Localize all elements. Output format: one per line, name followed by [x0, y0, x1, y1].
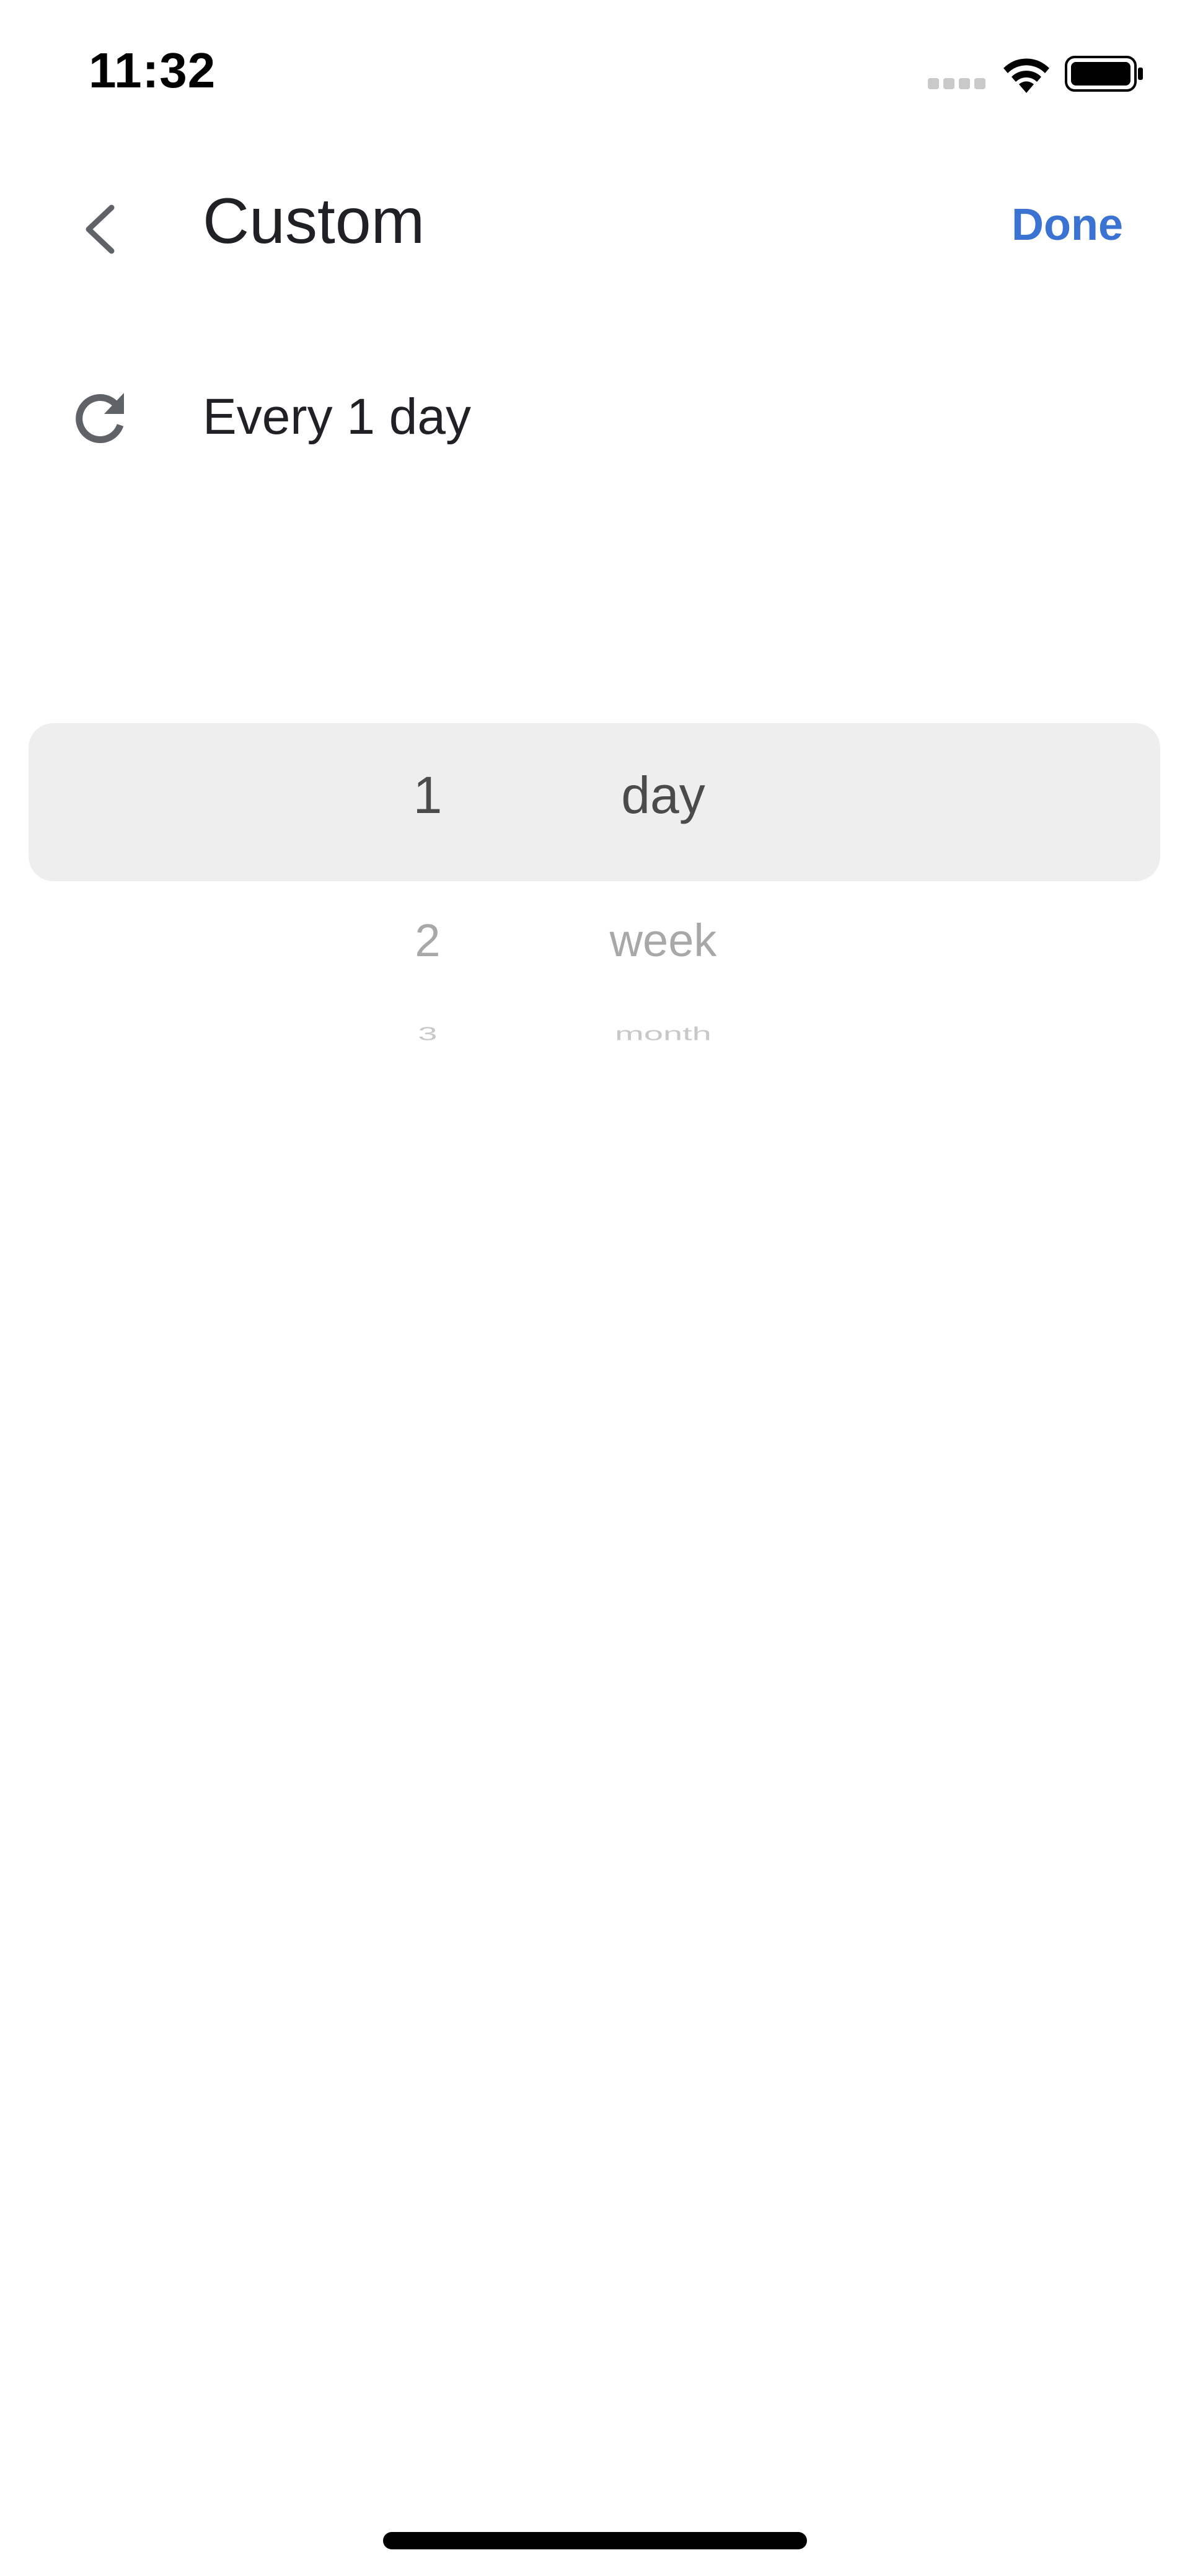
picker-number-option[interactable]: 3: [347, 1022, 508, 1045]
interval-picker[interactable]: 1 2 3 day week month: [0, 651, 1190, 1097]
back-button[interactable]: [62, 192, 136, 266]
picker-unit-option[interactable]: day: [539, 765, 787, 825]
picker-number-option[interactable]: 2: [347, 914, 508, 967]
done-button[interactable]: Done: [1011, 200, 1123, 250]
app-header: Custom Done: [0, 161, 1190, 291]
picker-unit-column[interactable]: day week month: [539, 651, 787, 1097]
status-time: 11:32: [89, 43, 216, 98]
picker-number-column[interactable]: 1 2 3: [347, 651, 508, 1097]
status-bar: 11:32: [0, 0, 1190, 143]
repeat-summary-row: Every 1 day: [0, 347, 1190, 483]
chevron-left-icon: [86, 204, 115, 254]
repeat-summary-text: Every 1 day: [203, 389, 471, 445]
home-indicator[interactable]: [383, 2532, 807, 2549]
wifi-icon: [1003, 58, 1049, 93]
picker-unit-option[interactable]: week: [539, 914, 787, 967]
page-title: Custom: [203, 185, 425, 257]
picker-unit-option[interactable]: month: [539, 1022, 787, 1045]
repeat-icon: [76, 393, 124, 443]
cellular-signal-icon: [928, 78, 987, 92]
battery-icon: [1065, 56, 1143, 92]
picker-number-option[interactable]: 1: [347, 765, 508, 825]
